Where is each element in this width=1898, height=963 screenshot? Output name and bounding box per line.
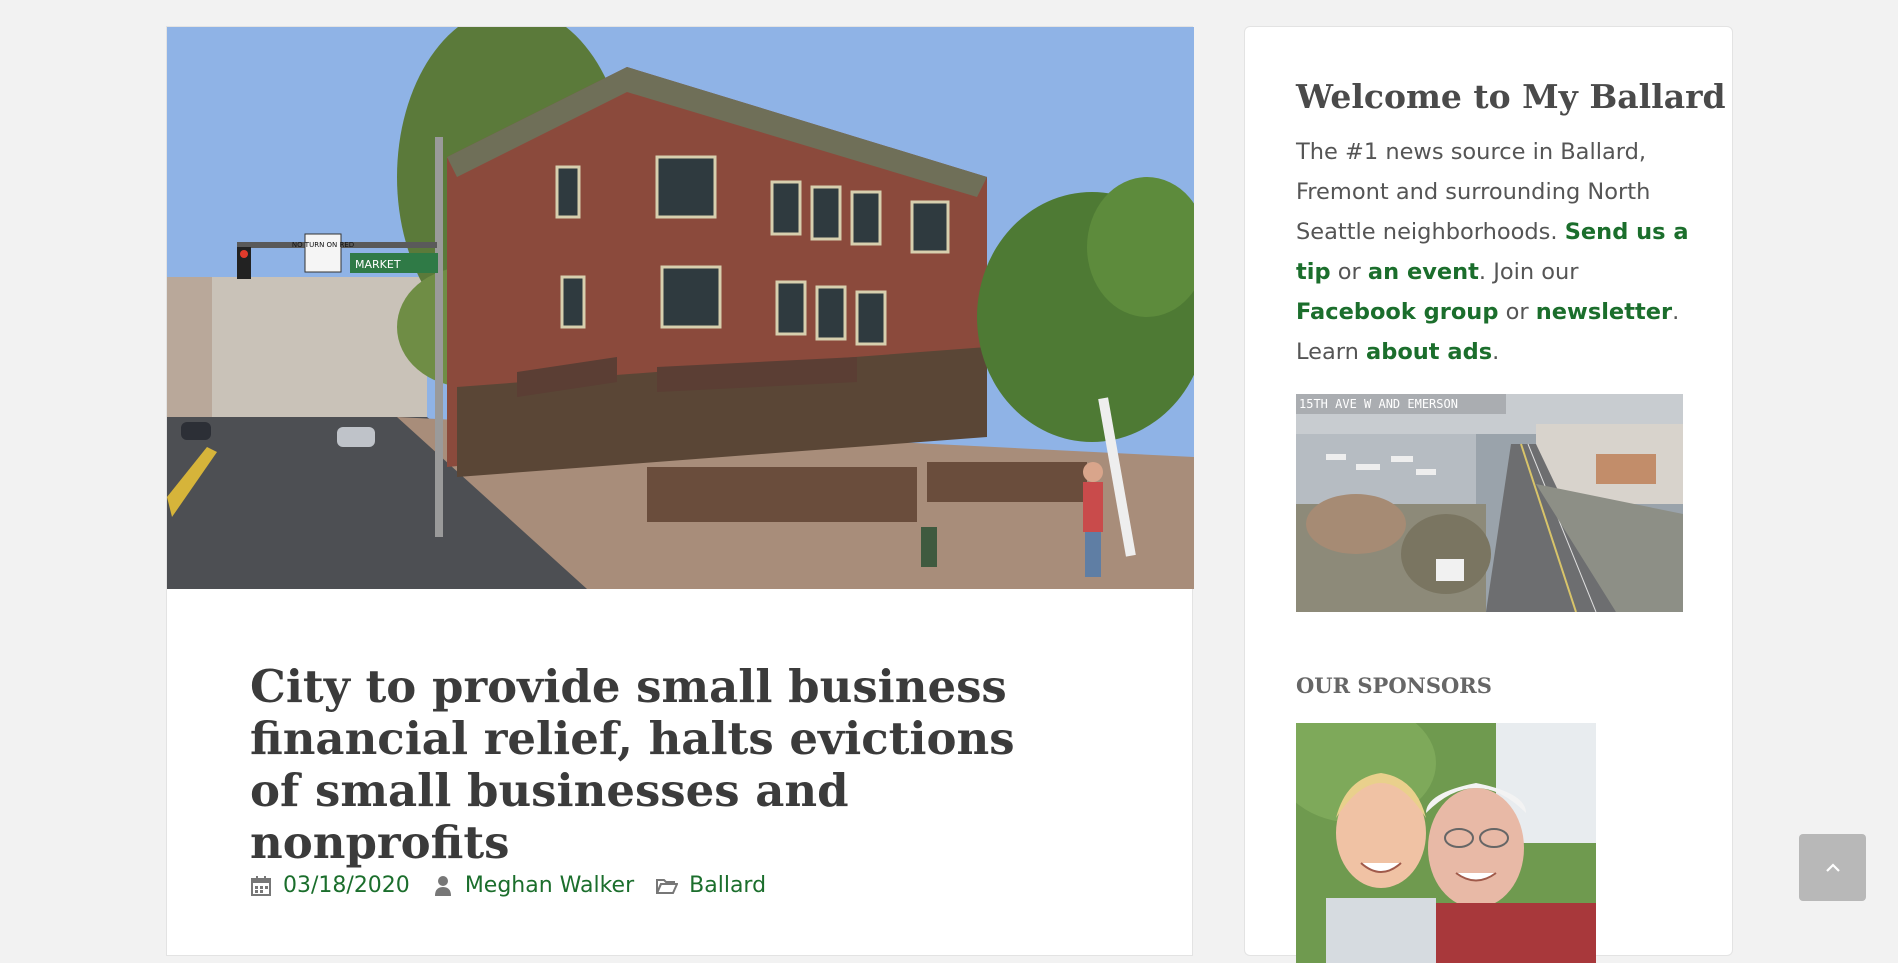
user-icon xyxy=(434,875,451,896)
sidebar: Welcome to My Ballard The #1 news source… xyxy=(1244,26,1733,963)
category-link[interactable]: Ballard xyxy=(689,873,766,898)
traffic-cam-label: 15TH AVE W AND EMERSON xyxy=(1299,397,1458,411)
article-title[interactable]: City to provide small business financial… xyxy=(250,661,1050,869)
about-ads-link[interactable]: about ads xyxy=(1366,339,1492,365)
send-event-link[interactable]: an event xyxy=(1368,259,1479,285)
folder-open-icon xyxy=(656,878,679,894)
welcome-or-2: or xyxy=(1498,299,1536,325)
sponsors-title: OUR SPONSORS xyxy=(1296,673,1492,698)
hero-image[interactable]: NO TURN ON RED MARKET xyxy=(167,27,1194,589)
sponsor-ad-image[interactable] xyxy=(1296,723,1596,963)
sign-no-turn: NO TURN ON RED xyxy=(292,241,354,249)
welcome-join: . Join our xyxy=(1478,259,1579,285)
welcome-title: Welcome to My Ballard xyxy=(1296,77,1726,116)
hero-photo: NO TURN ON RED MARKET xyxy=(167,27,1194,589)
article-card: NO TURN ON RED MARKET City to provide sm… xyxy=(166,26,1194,956)
sponsor-ad-photo xyxy=(1296,723,1596,963)
facebook-group-link[interactable]: Facebook group xyxy=(1296,299,1498,325)
welcome-period: . xyxy=(1492,339,1500,365)
welcome-text: The #1 news source in Ballard, Fremont a… xyxy=(1296,132,1691,372)
welcome-or-1: or xyxy=(1330,259,1368,285)
back-to-top-button[interactable] xyxy=(1799,834,1866,901)
traffic-cam-photo: 15TH AVE W AND EMERSON xyxy=(1296,394,1683,612)
sign-market: MARKET xyxy=(355,258,401,271)
calendar-icon xyxy=(251,875,271,896)
newsletter-link[interactable]: newsletter xyxy=(1536,299,1672,325)
post-date-link[interactable]: 03/18/2020 xyxy=(283,873,410,898)
chevron-up-icon xyxy=(1825,862,1840,872)
traffic-cam-image[interactable]: 15TH AVE W AND EMERSON xyxy=(1296,394,1683,612)
article-meta: 03/18/2020 Meghan Walker Ballard xyxy=(250,873,788,898)
author-link[interactable]: Meghan Walker xyxy=(465,873,634,898)
